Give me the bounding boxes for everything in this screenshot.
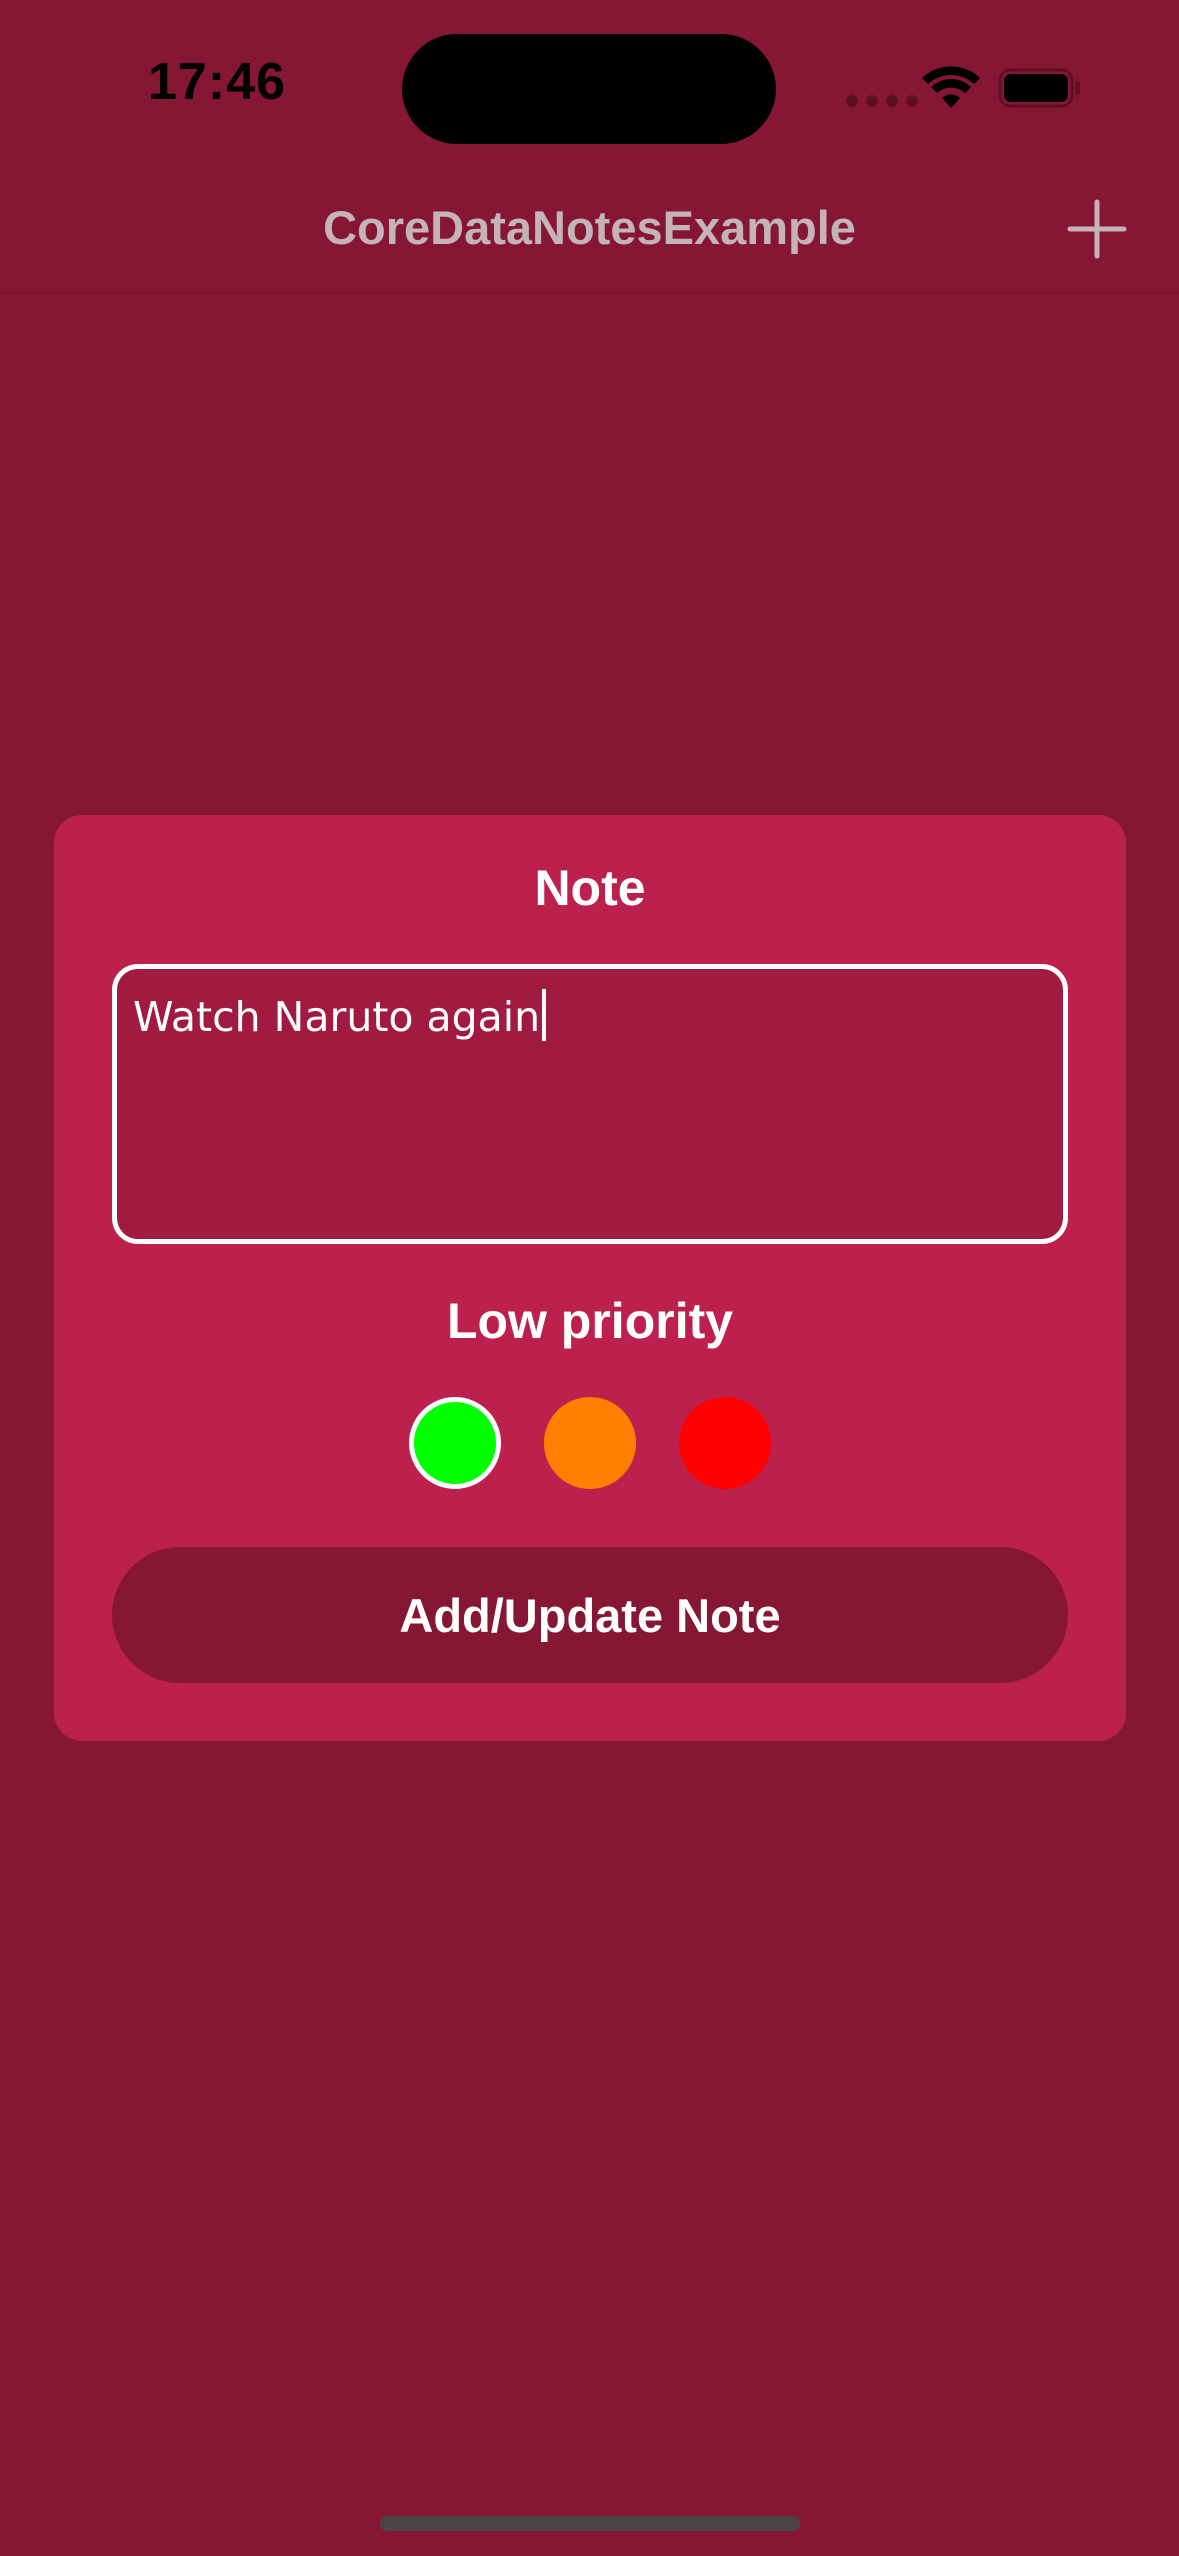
cellular-dots-icon: [846, 95, 918, 107]
navigation-bar: CoreDataNotesExample: [0, 170, 1179, 294]
battery-icon: [998, 68, 1080, 108]
priority-high-button[interactable]: [679, 1397, 771, 1489]
home-indicator[interactable]: [380, 2516, 800, 2531]
plus-icon: [1067, 199, 1127, 259]
priority-medium-button[interactable]: [544, 1397, 636, 1489]
add-note-button[interactable]: [1062, 194, 1132, 264]
card-title: Note: [534, 860, 646, 916]
priority-label: Low priority: [446, 1293, 734, 1349]
note-text-value: Watch Naruto again: [133, 993, 541, 1041]
wifi-icon: [922, 66, 980, 108]
dynamic-island: [402, 34, 776, 144]
add-update-note-button[interactable]: Add/Update Note: [112, 1547, 1068, 1683]
priority-selector: [409, 1397, 771, 1489]
note-editor-card: Note Watch Naruto again Low priority Add…: [54, 815, 1126, 1741]
status-bar: 17:46: [0, 0, 1179, 170]
priority-low-button[interactable]: [409, 1397, 501, 1489]
text-caret: [542, 989, 547, 1041]
status-time: 17:46: [148, 53, 286, 111]
nav-title: CoreDataNotesExample: [323, 201, 856, 254]
note-text-field[interactable]: Watch Naruto again: [112, 964, 1068, 1244]
